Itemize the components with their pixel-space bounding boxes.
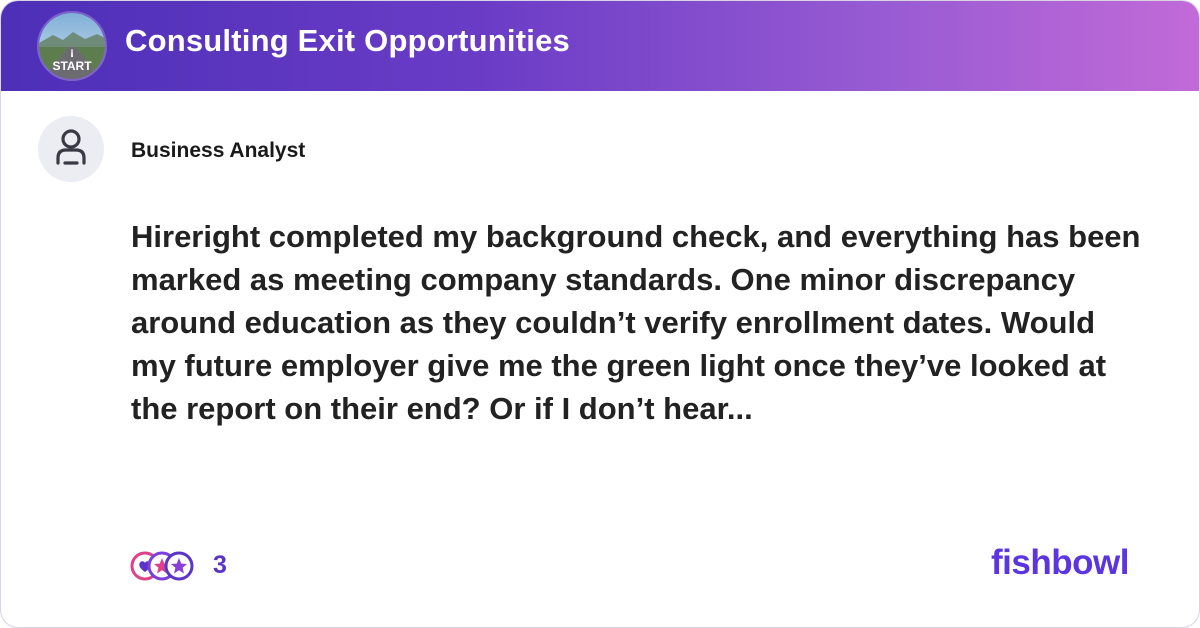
user-icon[interactable] xyxy=(38,116,104,182)
road-start-image-icon[interactable]: START xyxy=(37,11,107,81)
post-card: START Consulting Exit Opportunities Busi… xyxy=(0,0,1200,628)
start-road-text: START xyxy=(52,59,92,73)
group-header: START Consulting Exit Opportunities xyxy=(1,1,1199,91)
star-reaction-icon xyxy=(164,551,194,581)
post-body: Hireright completed my background check,… xyxy=(131,219,1141,426)
fishbowl-logo[interactable]: fishbowl xyxy=(991,543,1129,583)
group-title[interactable]: Consulting Exit Opportunities xyxy=(125,23,570,59)
author-name[interactable]: Business Analyst xyxy=(131,139,305,163)
reaction-count[interactable]: 3 xyxy=(213,551,227,580)
